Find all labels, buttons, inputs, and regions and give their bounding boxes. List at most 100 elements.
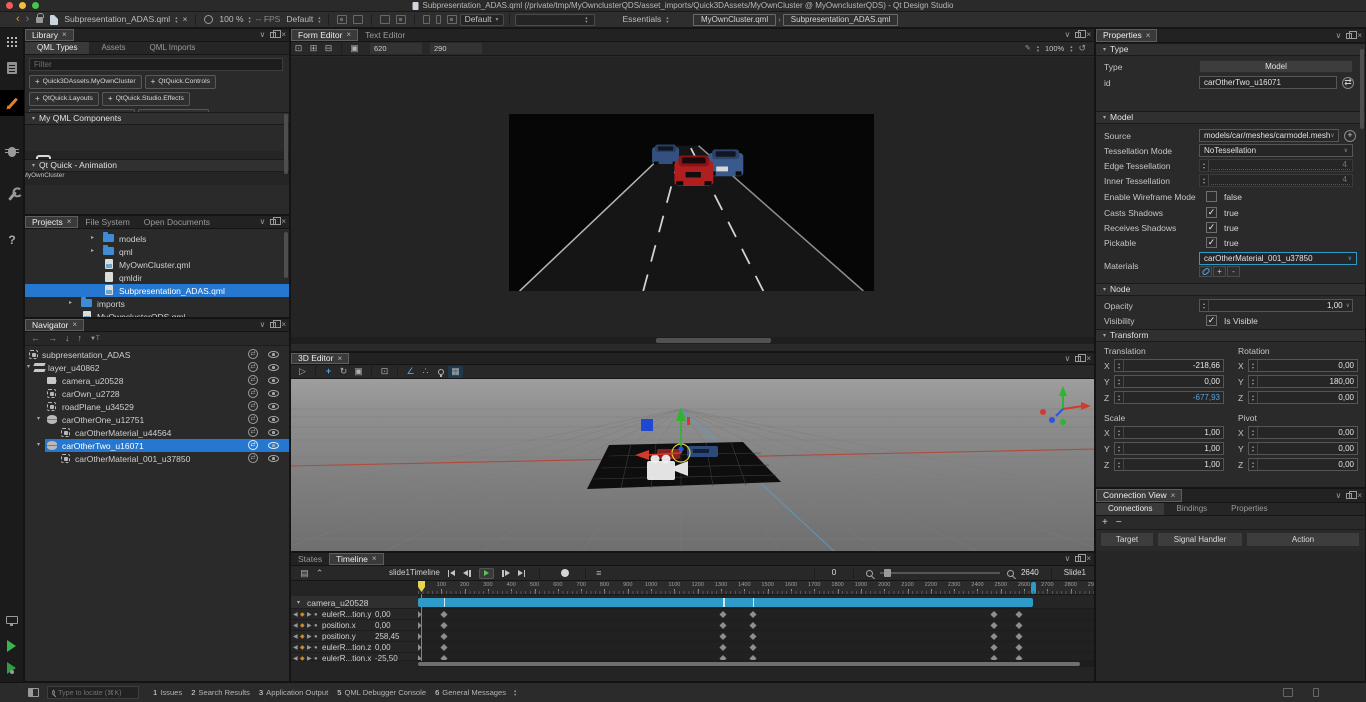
export-icon[interactable]: ⇄ <box>248 440 258 450</box>
orientation-icon[interactable]: ∠ <box>403 366 418 378</box>
materials-dropdown[interactable]: carOtherMaterial_001_u37850∨ <box>1199 252 1357 265</box>
timeline-property-lane[interactable] <box>418 631 1094 641</box>
move-left-icon[interactable]: ← <box>31 334 40 343</box>
output-pane-qml-debugger-console[interactable]: 5QML Debugger Console <box>337 689 426 697</box>
add-import-button[interactable]: +Quick3DAssets.MyOwnCluster <box>29 75 142 89</box>
prev-keyframe-icon[interactable]: ◀ <box>293 656 298 662</box>
spin-arrows-icon[interactable]: ▴▾ <box>1115 459 1124 470</box>
library-filter-input[interactable] <box>29 58 283 71</box>
curve-editor-icon[interactable]: ≡ <box>591 567 606 579</box>
inner-tessellation-spinbox[interactable]: ▴▾4 <box>1199 174 1353 187</box>
visibility-eye-icon[interactable] <box>268 377 279 384</box>
zoom-selector[interactable]: 100 % <box>219 15 243 24</box>
timeline-property-lane[interactable] <box>418 642 1094 652</box>
translation-y-spinbox[interactable]: ▴▾0,00 <box>1114 375 1224 388</box>
layout-column-icon[interactable] <box>436 15 441 24</box>
design-mode-icon[interactable] <box>0 90 24 116</box>
zoom-selector-arrows-icon[interactable]: ▴▾ <box>249 16 251 23</box>
next-keyframe-icon[interactable]: ▶ <box>307 645 312 651</box>
spin-arrows-icon[interactable]: ▴▾ <box>1249 392 1258 403</box>
spin-arrows-icon[interactable]: ▴▾ <box>1200 175 1209 186</box>
debug-mode-icon[interactable] <box>0 140 24 164</box>
scene-preview[interactable] <box>509 114 874 291</box>
visibility-eye-icon[interactable] <box>268 403 279 410</box>
chevron-down-icon[interactable]: ∨ <box>259 31 265 39</box>
spin-arrows-icon[interactable]: ▴▾ <box>1200 300 1209 311</box>
no-snapping-icon[interactable]: ⊡ <box>291 43 306 55</box>
snap-icon[interactable] <box>337 15 347 24</box>
source-dropdown[interactable]: models/car/meshes/carmodel.mesh∨ <box>1199 129 1339 142</box>
output-pane-search-results[interactable]: 2Search Results <box>191 689 250 697</box>
zoom-out-icon[interactable] <box>866 570 873 577</box>
layout-row-icon[interactable] <box>423 15 430 24</box>
chevron-down-icon[interactable]: ∨ <box>1335 492 1341 500</box>
close-icon[interactable]: × <box>67 218 72 226</box>
casts-shadows-checkbox[interactable]: ✓ <box>1206 207 1217 218</box>
timeline-track-property[interactable]: ◀◆▶● eulerR...tion.y0,00 <box>291 609 1094 620</box>
close-panel-icon[interactable]: × <box>281 31 286 39</box>
tree-item-qmldir[interactable]: qmldir <box>25 271 289 284</box>
override-icon[interactable] <box>396 15 406 24</box>
document-selector[interactable]: Subpresentation_ADAS.qml <box>64 15 170 24</box>
close-icon[interactable]: × <box>1171 492 1176 500</box>
tab-assets[interactable]: Assets <box>89 42 137 54</box>
close-icon[interactable]: × <box>337 355 342 363</box>
nav-item-carothertwo[interactable]: ▾carOtherTwo_u16071⇄ <box>25 439 289 452</box>
chevron-down-icon[interactable]: ∨ <box>1335 32 1341 40</box>
keyframe-icon[interactable]: ◆ <box>300 623 305 629</box>
spin-arrows-icon[interactable]: ▴▾ <box>1115 376 1124 387</box>
export-icon[interactable]: ⇄ <box>248 453 258 463</box>
tessellation-mode-dropdown[interactable]: NoTessellation∨ <box>1199 144 1353 157</box>
playhead-line[interactable] <box>421 594 422 661</box>
float-panel-icon[interactable] <box>1075 356 1081 362</box>
run-button[interactable] <box>0 634 24 658</box>
export-icon[interactable]: ⇄ <box>248 388 258 398</box>
output-pane-arrows-icon[interactable]: ▴▾ <box>514 689 516 696</box>
help-mode-icon[interactable]: ? <box>0 228 24 252</box>
float-panel-icon[interactable] <box>270 32 276 38</box>
spin-arrows-icon[interactable]: ▴▾ <box>1115 360 1124 371</box>
section-model[interactable]: Model <box>1096 111 1365 124</box>
timeline-track-property[interactable]: ◀◆▶● position.y258,45 <box>291 631 1094 642</box>
slide-label[interactable]: Slide1 <box>1064 569 1086 577</box>
record-property-icon[interactable]: ● <box>314 634 318 640</box>
kit-selector[interactable]: ▴▾ <box>515 14 595 26</box>
progress-indicator-icon[interactable] <box>1283 688 1293 697</box>
bind-material-icon[interactable] <box>1199 266 1212 277</box>
chevron-down-icon[interactable]: ∨ <box>1064 31 1070 39</box>
tab-library[interactable]: Library× <box>25 29 74 41</box>
spin-arrows-icon[interactable]: ▴▾ <box>1115 392 1124 403</box>
merge-template-icon[interactable] <box>380 15 390 24</box>
timeline-zoom-slider[interactable] <box>880 572 1000 574</box>
prev-keyframe-icon[interactable]: ◀ <box>293 634 298 640</box>
remove-material-button[interactable]: - <box>1227 266 1240 277</box>
tree-item-models[interactable]: ▸models <box>25 232 289 245</box>
section-type[interactable]: Type <box>1096 43 1365 56</box>
horizontal-scrollbar[interactable] <box>291 337 1094 344</box>
timeline-track-property[interactable]: ◀◆▶● position.x0,00 <box>291 620 1094 631</box>
pivot-z-spinbox[interactable]: ▴▾0,00 <box>1248 458 1358 471</box>
collapse-icon[interactable]: ▾ <box>27 364 30 370</box>
visibility-eye-icon[interactable] <box>268 442 279 449</box>
spin-arrows-icon[interactable]: ▴▾ <box>1200 160 1209 171</box>
spin-arrows-icon[interactable]: ▴▾ <box>1115 427 1124 438</box>
record-property-icon[interactable]: ● <box>314 645 318 651</box>
timeline-settings-icon[interactable]: ▤ <box>297 567 312 579</box>
add-material-button[interactable]: + <box>1213 266 1226 277</box>
close-icon[interactable]: × <box>1146 32 1151 40</box>
collapse-icon[interactable]: ▾ <box>37 416 40 422</box>
rotation-z-spinbox[interactable]: ▴▾0,00 <box>1248 391 1358 404</box>
scale-y-spinbox[interactable]: ▴▾1,00 <box>1114 442 1224 455</box>
collapse-icon[interactable]: ▾ <box>37 442 40 448</box>
visibility-eye-icon[interactable] <box>268 429 279 436</box>
timeline-property-lane[interactable] <box>418 653 1094 660</box>
id-field[interactable]: carOtherTwo_u16071 <box>1199 76 1337 89</box>
breadcrumb-item[interactable]: Subpresentation_ADAS.qml <box>783 14 899 26</box>
grid-icon[interactable]: ▦ <box>448 366 463 378</box>
select-tool-icon[interactable]: ▷ <box>295 366 310 378</box>
export-icon[interactable]: ⇄ <box>248 414 258 424</box>
canvas-height-field[interactable]: 290 <box>430 43 482 54</box>
float-panel-icon[interactable] <box>1075 556 1081 562</box>
style-selector[interactable]: Default▾ <box>460 14 504 26</box>
section-transform[interactable]: Transform <box>1096 329 1365 342</box>
